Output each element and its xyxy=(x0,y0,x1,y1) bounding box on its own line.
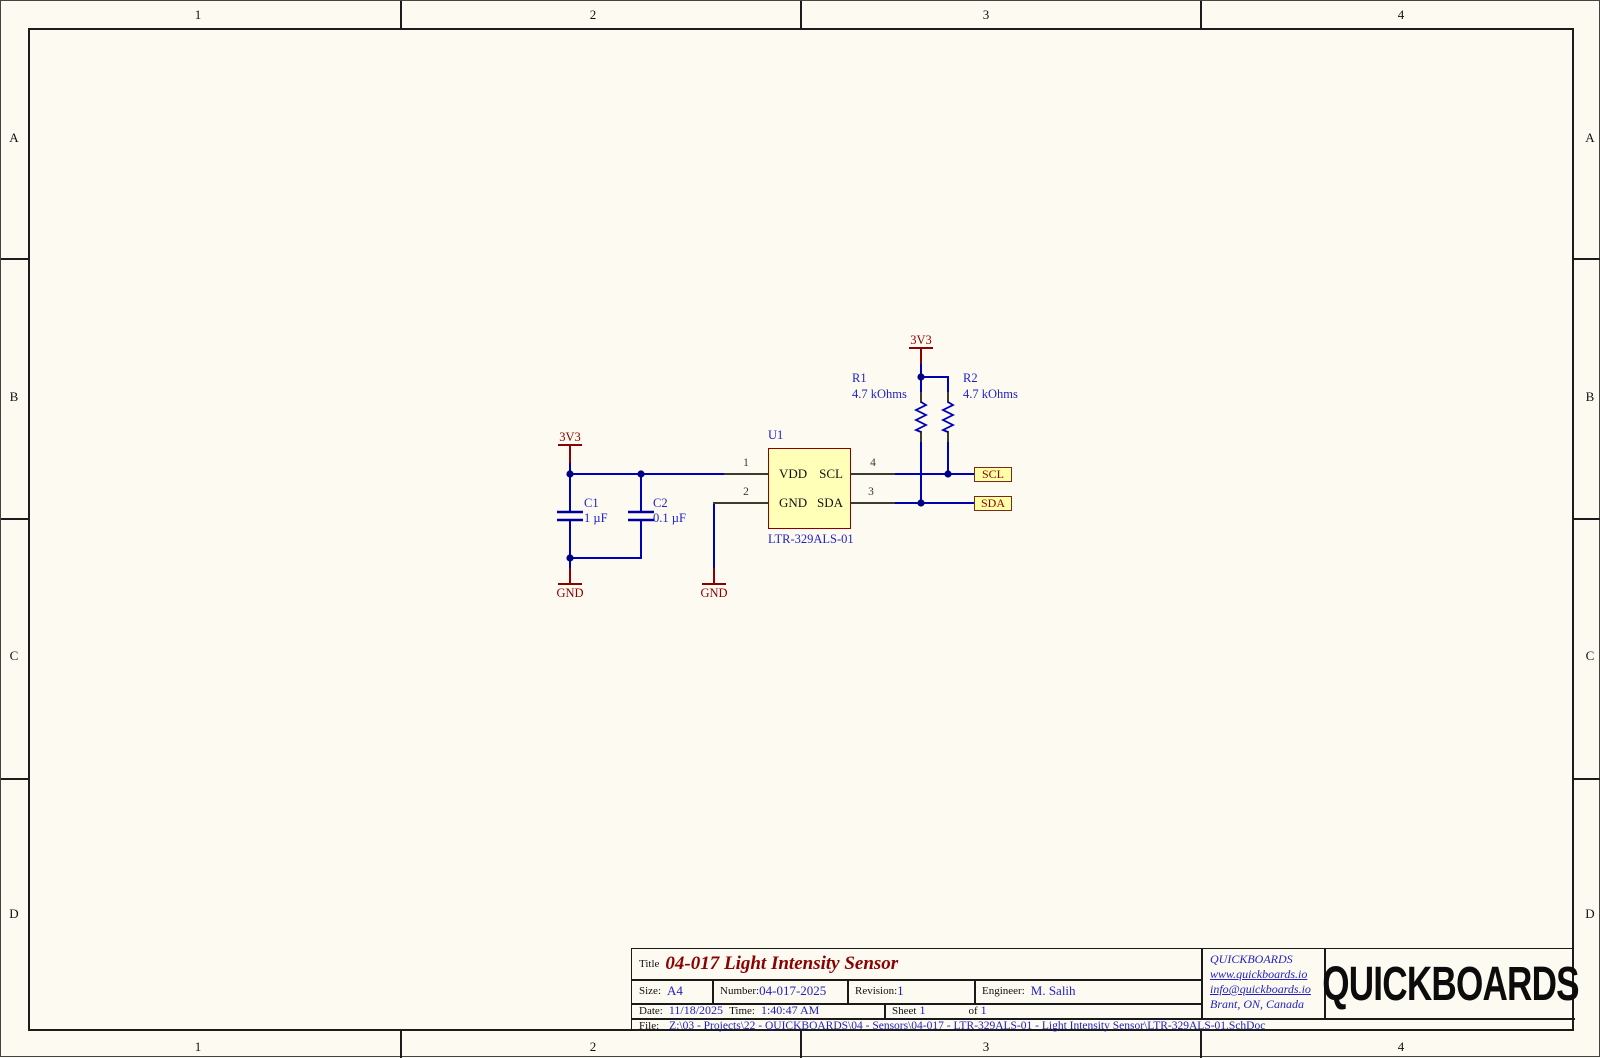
capacitor-c2-symbol[interactable] xyxy=(628,510,654,522)
power-symbol-gnd-mid[interactable] xyxy=(702,568,726,585)
port-sda-label: SDA xyxy=(980,496,1005,510)
company-location: Brant, ON, Canada xyxy=(1210,997,1305,1011)
resistor-r2-symbol[interactable] xyxy=(940,401,956,433)
quickboards-logo: QUICKBOARDS xyxy=(1321,955,1579,1011)
c2-value[interactable]: 0.1 µF xyxy=(653,511,686,526)
time-label: Time: xyxy=(729,1004,755,1017)
resistor-r1-symbol[interactable] xyxy=(913,401,929,433)
port-sda[interactable]: SDA xyxy=(974,496,1012,511)
u1-part-number[interactable]: LTR-329ALS-01 xyxy=(768,532,854,547)
size-value[interactable]: A4 xyxy=(667,983,683,999)
company-logo-box: QUICKBOARDS xyxy=(1322,949,1579,1018)
sheet-number[interactable]: 1 xyxy=(919,1003,925,1018)
date-value[interactable]: 11/18/2025 xyxy=(669,1003,723,1018)
port-scl[interactable]: SCL xyxy=(974,467,1012,482)
engineer-value[interactable]: M. Salih xyxy=(1031,983,1076,999)
company-email[interactable]: info@quickboards.io xyxy=(1210,982,1332,997)
c1-designator[interactable]: C1 xyxy=(584,496,599,511)
file-path[interactable]: Z:\03 - Projects\22 - QUICKBOARDS\04 - S… xyxy=(669,1020,1265,1032)
number-value[interactable]: 04-017-2025 xyxy=(759,983,826,999)
title-label: Title xyxy=(639,958,660,970)
size-label: Size: xyxy=(639,985,661,997)
sheets-total[interactable]: 1 xyxy=(981,1003,987,1018)
revision-value[interactable]: 1 xyxy=(897,983,904,999)
u1-pin-number-2: 2 xyxy=(743,486,749,498)
title-block: Title 04-017 Light Intensity Sensor Size… xyxy=(631,948,1579,1032)
u1-component-body[interactable]: VDD SCL GND SDA xyxy=(768,448,851,529)
u1-pin-number-4: 4 xyxy=(870,457,876,469)
port-scl-label: SCL xyxy=(981,467,1004,481)
u1-pin-name-vdd: VDD xyxy=(779,466,808,481)
u1-pin-number-3: 3 xyxy=(868,486,874,498)
u1-designator[interactable]: U1 xyxy=(768,428,783,443)
net-label-gnd-left[interactable]: GND xyxy=(545,586,595,601)
net-label-3v3-right[interactable]: 3V3 xyxy=(896,333,946,348)
power-symbol-3v3-left[interactable] xyxy=(558,444,582,463)
power-symbol-gnd-left[interactable] xyxy=(558,568,582,585)
net-label-gnd-mid[interactable]: GND xyxy=(689,586,739,601)
schematic-sheet: { "sheet": { "column_labels": ["1", "2",… xyxy=(0,0,1600,1058)
engineer-label: Engineer: xyxy=(982,985,1025,997)
u1-pin-name-gnd: GND xyxy=(779,495,808,510)
time-value[interactable]: 1:40:47 AM xyxy=(761,1003,819,1018)
sheet-title[interactable]: 04-017 Light Intensity Sensor xyxy=(665,953,898,975)
number-label: Number: xyxy=(720,985,760,997)
company-name: QUICKBOARDS xyxy=(1210,952,1293,966)
capacitor-c1-symbol[interactable] xyxy=(557,510,583,522)
net-label-3v3-left[interactable]: 3V3 xyxy=(545,430,595,445)
u1-pin-name-sda: SDA xyxy=(816,495,843,510)
r2-value[interactable]: 4.7 kOhms xyxy=(963,387,1018,402)
file-label: File: xyxy=(639,1019,660,1032)
company-website[interactable]: www.quickboards.io xyxy=(1210,967,1332,982)
c1-value[interactable]: 1 µF xyxy=(584,511,608,526)
u1-pin-number-1: 1 xyxy=(743,457,749,469)
revision-label: Revision: xyxy=(855,985,898,997)
power-symbol-3v3-right[interactable] xyxy=(909,347,933,364)
r1-value[interactable]: 4.7 kOhms xyxy=(852,387,907,402)
company-info-box: QUICKBOARDS www.quickboards.io info@quic… xyxy=(1202,949,1332,1021)
r2-designator[interactable]: R2 xyxy=(963,371,978,386)
sheet-label: Sheet xyxy=(892,1004,917,1017)
u1-pin-name-scl: SCL xyxy=(819,466,843,481)
r1-designator[interactable]: R1 xyxy=(852,371,867,386)
c2-designator[interactable]: C2 xyxy=(653,496,668,511)
of-label: of xyxy=(968,1004,978,1017)
schematic-wiring-layer xyxy=(557,347,975,585)
date-label: Date: xyxy=(639,1004,663,1017)
